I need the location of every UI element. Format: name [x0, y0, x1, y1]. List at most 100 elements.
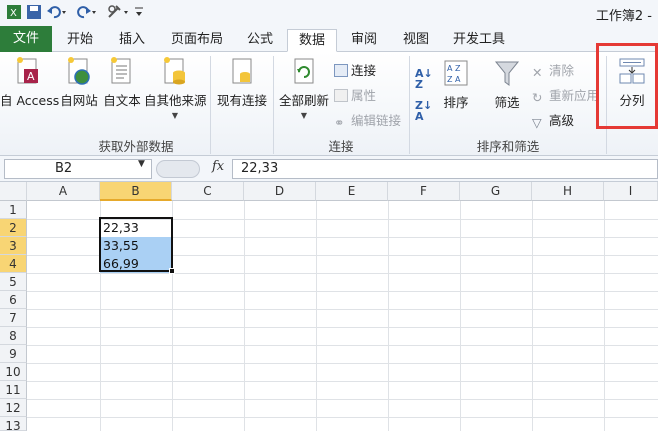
sort-label: 排序: [443, 95, 469, 110]
customize-quick-access-icon[interactable]: [134, 4, 144, 25]
grid-line: [27, 399, 658, 400]
tab-formulas[interactable]: 公式: [240, 29, 280, 52]
column-header[interactable]: I: [604, 182, 658, 201]
grid-line: [460, 201, 461, 431]
row-header[interactable]: 6: [0, 291, 27, 309]
dropdown-arrow-icon: ▼: [300, 111, 308, 120]
column-header[interactable]: C: [172, 182, 244, 201]
tab-file[interactable]: 文件: [0, 26, 52, 52]
properties-button[interactable]: 属性: [334, 85, 376, 104]
from-text-label: 自文本: [103, 93, 141, 108]
row-header-selected[interactable]: 4: [0, 255, 27, 273]
column-header[interactable]: F: [388, 182, 460, 201]
existing-connections-icon: [232, 58, 252, 84]
tab-insert[interactable]: 插入: [112, 29, 152, 52]
row-header[interactable]: 9: [0, 345, 27, 363]
from-web-button[interactable]: 自网站: [58, 56, 100, 109]
grid-line: [27, 309, 658, 310]
ribbon-data: A 自 Access 自网站 自文本 自其他来源 ▼ 现有连接 获取外部数据 全…: [0, 52, 658, 156]
row-header[interactable]: 11: [0, 381, 27, 399]
svg-text:A: A: [27, 70, 35, 83]
row-header[interactable]: 8: [0, 327, 27, 345]
sort-button[interactable]: A Z Z A 排序: [440, 58, 472, 111]
name-box[interactable]: B2: [4, 159, 152, 179]
formula-bar: B2 ▼ fx 22,33: [0, 156, 658, 182]
grid-line: [388, 201, 389, 431]
filter-button[interactable]: 筛选: [490, 58, 524, 111]
connections-label: 连接: [351, 63, 377, 78]
grid-line: [244, 201, 245, 431]
column-header-selected[interactable]: B: [100, 182, 172, 201]
connections-button[interactable]: 连接: [334, 60, 376, 79]
grid-line: [27, 345, 658, 346]
column-header[interactable]: A: [27, 182, 100, 201]
row-header[interactable]: 5: [0, 273, 27, 291]
from-access-button[interactable]: A 自 Access: [0, 56, 60, 109]
other-sources-icon: [164, 57, 185, 85]
grid-line: [604, 201, 605, 431]
from-access-label: 自 Access: [0, 93, 60, 108]
row-header[interactable]: 7: [0, 309, 27, 327]
grid-line: [27, 417, 658, 418]
group-label-connections: 连接: [328, 139, 354, 154]
connections-icon: [334, 64, 348, 77]
refresh-icon: [294, 58, 314, 84]
grid-line: [532, 201, 533, 431]
grid-line: [27, 291, 658, 292]
fill-handle[interactable]: [169, 268, 175, 274]
web-globe-icon: [68, 57, 90, 85]
select-all-corner[interactable]: [0, 182, 27, 201]
column-header[interactable]: E: [316, 182, 388, 201]
ribbon-tabs: 文件 开始 插入 页面布局 公式 数据 审阅 视图 开发工具: [0, 26, 658, 52]
column-header[interactable]: D: [244, 182, 316, 201]
formula-bar-handle[interactable]: [156, 160, 200, 178]
link-icon: ⚭: [334, 115, 345, 130]
advanced-filter-icon: ▽: [532, 115, 542, 130]
sort-dialog-icon: A Z Z A: [444, 60, 468, 86]
tab-view[interactable]: 视图: [396, 29, 436, 52]
group-label-sort-filter: 排序和筛选: [476, 139, 540, 154]
insert-function-icon[interactable]: fx: [212, 159, 224, 174]
clear-filter-button[interactable]: ✕ 清除: [532, 60, 574, 80]
refresh-all-button[interactable]: 全部刷新 ▼: [277, 56, 331, 120]
existing-connections-label: 现有连接: [216, 93, 267, 108]
tab-page-layout[interactable]: 页面布局: [166, 29, 228, 52]
from-web-label: 自网站: [60, 93, 98, 108]
tools-icon[interactable]: [106, 4, 130, 25]
from-other-sources-button[interactable]: 自其他来源 ▼: [144, 56, 207, 120]
redo-icon[interactable]: [76, 4, 98, 25]
edit-links-button[interactable]: ⚭ 编辑链接: [334, 110, 402, 130]
tab-data[interactable]: 数据: [287, 29, 337, 52]
advanced-filter-button[interactable]: ▽ 高级: [532, 110, 574, 130]
edit-links-label: 编辑链接: [351, 113, 402, 128]
column-header[interactable]: G: [460, 182, 532, 201]
name-box-dropdown-icon[interactable]: ▼: [138, 159, 145, 169]
grid-line: [27, 327, 658, 328]
existing-connections-button[interactable]: 现有连接: [214, 56, 270, 109]
row-header[interactable]: 12: [0, 399, 27, 417]
sort-descending-button[interactable]: Z↓ A: [415, 100, 432, 122]
grid-line: [27, 363, 658, 364]
formula-input[interactable]: 22,33: [232, 159, 658, 179]
group-label-external-data: 获取外部数据: [98, 139, 174, 154]
row-header[interactable]: 13: [0, 417, 27, 433]
sort-ascending-button[interactable]: A↓ Z: [415, 68, 433, 90]
sort-az-icon: A↓ Z: [415, 67, 433, 91]
undo-icon[interactable]: [46, 4, 68, 25]
tab-developer[interactable]: 开发工具: [448, 29, 510, 52]
column-header[interactable]: H: [532, 182, 604, 201]
row-header-selected[interactable]: 3: [0, 237, 27, 255]
sort-za-icon: Z↓ A: [415, 99, 433, 123]
reapply-filter-button[interactable]: ↻ 重新应用: [532, 85, 600, 105]
tab-home[interactable]: 开始: [60, 29, 100, 52]
reapply-label: 重新应用: [549, 88, 600, 103]
from-other-sources-label: 自其他来源: [144, 93, 207, 108]
row-header[interactable]: 10: [0, 363, 27, 381]
row-header[interactable]: 1: [0, 201, 27, 219]
clear-filter-icon: ✕: [532, 65, 543, 80]
from-text-button[interactable]: 自文本: [102, 56, 142, 109]
save-icon[interactable]: [26, 4, 42, 25]
row-header-selected[interactable]: 2: [0, 219, 27, 237]
svg-text:Z A: Z A: [447, 75, 461, 84]
tab-review[interactable]: 审阅: [344, 29, 384, 52]
